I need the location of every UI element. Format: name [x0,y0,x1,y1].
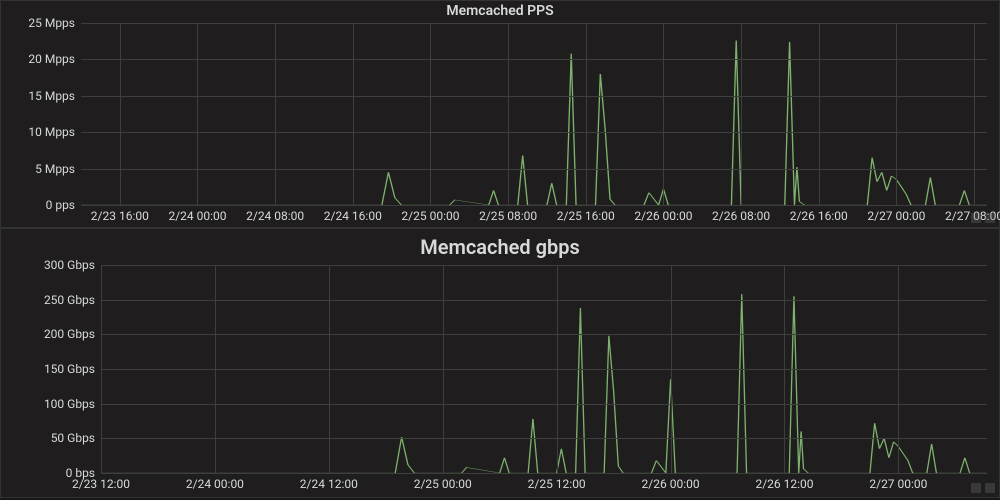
gridline-horizontal [101,300,987,301]
gridline-vertical [443,265,444,473]
x-axis-tick-label: 2/27 00:00 [869,473,927,491]
gridline-horizontal [101,438,987,439]
x-axis-tick-label: 2/24 08:00 [246,205,304,223]
y-axis-tick-label: 150 Gbps [44,362,101,376]
gridline-horizontal [81,59,987,60]
x-axis-tick-label: 2/25 00:00 [414,473,472,491]
gridline-vertical [663,23,664,205]
gridline-vertical [329,265,330,473]
x-axis-tick-label: 2/26 00:00 [634,205,692,223]
x-axis-tick-label: 2/24 00:00 [168,205,226,223]
gridline-horizontal [81,132,987,133]
gridline-vertical [586,23,587,205]
gridline-horizontal [101,265,987,266]
panel-action-icons[interactable] [971,483,995,493]
x-axis-tick-label: 2/23 12:00 [72,473,130,491]
gridline-horizontal [81,96,987,97]
x-axis-tick-label: 2/26 16:00 [790,205,848,223]
x-axis-tick-label: 2/25 08:00 [479,205,537,223]
panel-resize-icon[interactable] [985,213,995,223]
gridline-vertical [557,265,558,473]
gridline-vertical [741,23,742,205]
y-axis-tick-label: 300 Gbps [44,258,101,272]
x-axis-tick-label: 2/23 16:00 [91,205,149,223]
chart-plot-pps[interactable]: 0 pps5 Mpps10 Mpps15 Mpps20 Mpps25 Mpps2… [81,23,987,205]
x-axis-tick-label: 2/26 12:00 [755,473,813,491]
y-axis-tick-label: 15 Mpps [28,89,81,103]
y-axis-tick-label: 20 Mpps [28,52,81,66]
y-axis-tick-label: 10 Mpps [28,125,81,139]
x-axis-tick-label: 2/24 12:00 [300,473,358,491]
x-axis-tick-label: 2/25 12:00 [528,473,586,491]
gridline-vertical [671,265,672,473]
gridline-vertical [508,23,509,205]
gridline-horizontal [81,23,987,24]
gridline-vertical [101,265,102,473]
x-axis-tick-label: 2/26 00:00 [642,473,700,491]
panel-menu-icon[interactable] [971,213,981,223]
y-axis-tick-label: 5 Mpps [35,162,81,176]
y-axis-tick-label: 100 Gbps [44,397,101,411]
gridline-horizontal [101,369,987,370]
y-axis-tick-label: 250 Gbps [44,293,101,307]
x-axis-tick-label: 2/26 08:00 [712,205,770,223]
x-axis-tick-label: 2/24 16:00 [324,205,382,223]
chart-title-pps: Memcached PPS [1,3,999,19]
gridline-vertical [784,265,785,473]
chart-panel-pps: Memcached PPS 0 pps5 Mpps10 Mpps15 Mpps2… [0,0,1000,228]
x-axis-tick-label: 2/24 00:00 [186,473,244,491]
panel-resize-icon[interactable] [985,483,995,493]
gridline-vertical [430,23,431,205]
panel-menu-icon[interactable] [971,483,981,493]
x-axis-tick-label: 2/25 16:00 [557,205,615,223]
gridline-vertical [353,23,354,205]
gridline-horizontal [81,169,987,170]
y-axis-tick-label: 200 Gbps [44,327,101,341]
gridline-horizontal [101,334,987,335]
gridline-vertical [197,23,198,205]
panel-action-icons[interactable] [971,213,995,223]
chart-title-gbps: Memcached gbps [1,235,999,259]
gridline-vertical [215,265,216,473]
gridline-horizontal [101,404,987,405]
y-axis-tick-label: 50 Gbps [51,431,101,445]
gridline-vertical [120,23,121,205]
x-axis-tick-label: 2/27 00:00 [867,205,925,223]
gridline-vertical [974,23,975,205]
x-axis-tick-label: 2/25 00:00 [401,205,459,223]
y-axis-tick-label: 0 pps [46,198,81,212]
chart-plot-gbps[interactable]: 0 bps50 Gbps100 Gbps150 Gbps200 Gbps250 … [101,265,987,473]
gridline-vertical [819,23,820,205]
gridline-vertical [275,23,276,205]
gridline-vertical [896,23,897,205]
chart-panel-gbps: Memcached gbps 0 bps50 Gbps100 Gbps150 G… [0,228,1000,498]
gridline-vertical [898,265,899,473]
